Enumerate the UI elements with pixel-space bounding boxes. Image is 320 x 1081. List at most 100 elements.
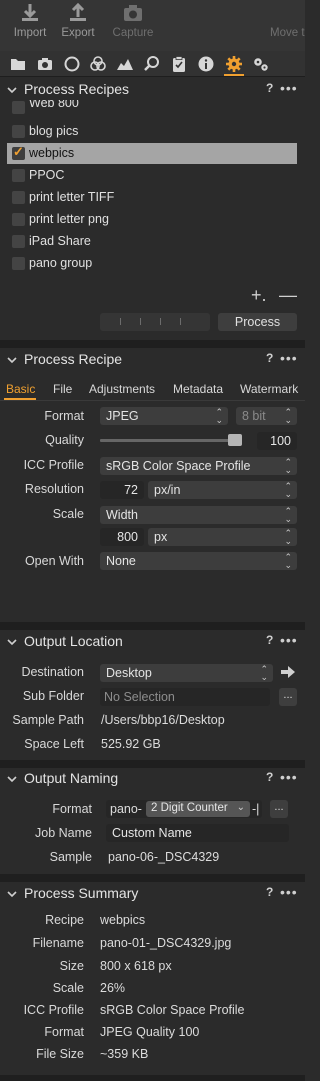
tab-basic[interactable]: Basic — [6, 382, 35, 396]
icc-profile-select[interactable]: sRGB Color Space Profile ⌃ ⌄ — [100, 457, 297, 475]
open-with-value: None — [106, 554, 136, 568]
more-icon[interactable]: ••• — [280, 80, 298, 96]
more-icon[interactable]: ••• — [280, 769, 298, 785]
summary-value: JPEG Quality 100 — [100, 1025, 200, 1039]
list-item[interactable]: print letter TIFF — [7, 187, 297, 208]
format-select[interactable]: JPEG ⌃ ⌄ — [100, 407, 228, 425]
tool-tab-metadata[interactable] — [197, 55, 215, 73]
quality-field[interactable]: 100 — [257, 432, 297, 450]
process-summary-header[interactable]: Process Summary ? ••• — [0, 882, 305, 906]
list-item[interactable]: blog pics — [7, 121, 297, 142]
tool-tab-adjustments[interactable] — [170, 55, 188, 73]
remove-recipe-button[interactable]: — — [279, 285, 297, 306]
icc-profile-value: sRGB Color Space Profile — [106, 459, 251, 473]
tab-watermark[interactable]: Watermark — [240, 382, 298, 396]
help-icon[interactable]: ? — [266, 633, 273, 647]
recipe-checkbox[interactable]: ✓ — [12, 144, 25, 160]
output-naming-header[interactable]: Output Naming ? ••• — [0, 767, 305, 791]
chevron-updown-icon: ⌃ ⌄ — [260, 664, 268, 682]
counter-token[interactable]: 2 Digit Counter ⌄ — [146, 801, 250, 817]
naming-sample-value: pano-06-_DSC4329 — [108, 850, 220, 864]
help-icon[interactable]: ? — [266, 770, 273, 784]
recipe-checkbox[interactable] — [12, 169, 25, 182]
open-with-select[interactable]: None ⌃ ⌄ — [100, 552, 297, 570]
summary-label: Format — [44, 1025, 84, 1039]
export-button[interactable]: Export — [48, 2, 108, 39]
format-prefix: pano- — [110, 802, 142, 816]
recipe-checkbox[interactable] — [12, 213, 25, 226]
tab-adjustments[interactable]: Adjustments — [89, 382, 155, 396]
help-icon[interactable]: ? — [266, 885, 273, 899]
help-icon[interactable]: ? — [266, 81, 273, 95]
list-item[interactable]: PPOC — [7, 165, 297, 186]
destination-select[interactable]: Desktop ⌃ ⌄ — [100, 664, 273, 682]
scale-label: Scale — [52, 507, 84, 521]
tool-tab-lens[interactable] — [63, 55, 81, 73]
naming-format-label: Format — [52, 802, 92, 816]
process-recipe-header[interactable]: Process Recipe ? ••• — [0, 348, 305, 372]
summary-value: ~359 KB — [100, 1047, 149, 1061]
process-button[interactable]: Process — [218, 313, 297, 331]
move-button[interactable]: Move t — [263, 2, 313, 39]
destination-value: Desktop — [106, 666, 152, 680]
tab-file[interactable]: File — [53, 382, 72, 396]
add-recipe-button[interactable]: +. — [251, 285, 267, 306]
chevron-down-icon — [7, 639, 17, 646]
scale-unit-value: px — [154, 530, 168, 544]
subfolder-field[interactable]: No Selection — [100, 688, 270, 706]
chevron-updown-icon: ⌃ ⌄ — [284, 457, 292, 475]
list-item[interactable]: iPad Share — [7, 231, 297, 252]
more-icon[interactable]: ••• — [280, 884, 298, 900]
subfolder-browse-button[interactable]: ... — [279, 688, 297, 706]
chevron-updown-icon: ⌃ ⌄ — [284, 528, 292, 546]
list-item[interactable]: ✓ webpics — [7, 143, 297, 164]
output-location-header[interactable]: Output Location ? ••• — [0, 630, 305, 654]
tool-tab-capture[interactable] — [36, 55, 54, 73]
bit-depth-value: 8 bit — [242, 409, 266, 423]
recipe-name: blog pics — [29, 124, 79, 138]
arrow-right-icon[interactable] — [281, 666, 295, 678]
tool-tab-color[interactable] — [89, 55, 107, 73]
bit-depth-select[interactable]: 8 bit ⌃ ⌄ — [236, 407, 297, 425]
list-item[interactable]: pano group — [7, 253, 297, 274]
recipe-checkbox[interactable] — [12, 191, 25, 204]
search-icon — [144, 56, 159, 71]
tool-tab-details[interactable] — [143, 55, 161, 73]
tool-tab-library[interactable] — [9, 55, 27, 73]
scale-size-value: 800 — [117, 530, 138, 544]
summary-value: 800 x 618 px — [100, 959, 172, 973]
list-item[interactable]: Web 800 — [7, 100, 297, 116]
quality-slider[interactable] — [100, 439, 240, 442]
recipe-name: print letter png — [29, 212, 109, 226]
capture-button[interactable]: Capture — [103, 2, 163, 39]
recipe-checkbox[interactable] — [12, 101, 25, 114]
tab-metadata[interactable]: Metadata — [173, 382, 223, 396]
info-icon — [198, 56, 214, 72]
scale-select[interactable]: Width ⌃ ⌄ — [100, 506, 297, 524]
scale-unit-select[interactable]: px ⌃ ⌄ — [148, 528, 297, 546]
recipe-checkbox[interactable] — [12, 235, 25, 248]
tool-tab-batch[interactable] — [252, 55, 270, 73]
lens-icon — [64, 56, 80, 72]
scale-size-field[interactable]: 800 — [100, 528, 144, 546]
process-recipes-header[interactable]: Process Recipes ? ••• — [0, 78, 305, 102]
summary-label: File Size — [36, 1047, 84, 1061]
more-icon[interactable]: ••• — [280, 632, 298, 648]
resolution-unit-select[interactable]: px/in ⌃ ⌄ — [148, 481, 297, 499]
chevron-down-icon: ⌄ — [236, 802, 245, 813]
naming-format-button[interactable]: ... — [270, 800, 288, 818]
more-icon[interactable]: ••• — [280, 350, 298, 366]
resolution-field[interactable]: 72 — [100, 481, 144, 499]
job-name-value: Custom Name — [112, 826, 192, 840]
help-icon[interactable]: ? — [266, 351, 273, 365]
panel-divider — [0, 340, 305, 348]
list-item[interactable]: print letter png — [7, 209, 297, 230]
tool-tab-exposure[interactable] — [116, 55, 134, 73]
recipe-name: Web 800 — [29, 100, 79, 110]
quality-slider-handle[interactable] — [228, 434, 242, 446]
job-name-field[interactable]: Custom Name — [106, 824, 289, 842]
recipe-checkbox[interactable] — [12, 125, 25, 138]
summary-label: Scale — [52, 981, 84, 995]
recipe-checkbox[interactable] — [12, 257, 25, 270]
tool-tab-output[interactable] — [225, 55, 243, 73]
